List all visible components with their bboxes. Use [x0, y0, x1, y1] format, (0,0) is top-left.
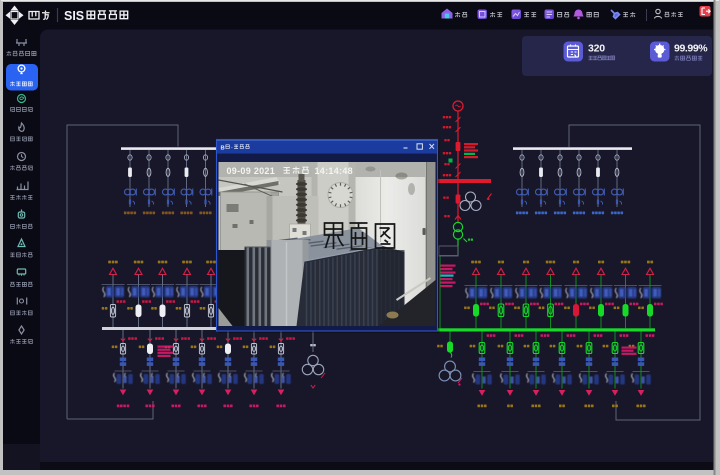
svg-text:09-09 2021: 09-09 2021: [227, 166, 276, 176]
svg-text:320: 320: [588, 43, 605, 55]
svg-text:SIS: SIS: [64, 9, 84, 23]
svg-text:99.99%: 99.99%: [674, 43, 708, 55]
svg-text:B: B: [221, 146, 225, 152]
svg-text:14:14:48: 14:14:48: [315, 166, 353, 176]
